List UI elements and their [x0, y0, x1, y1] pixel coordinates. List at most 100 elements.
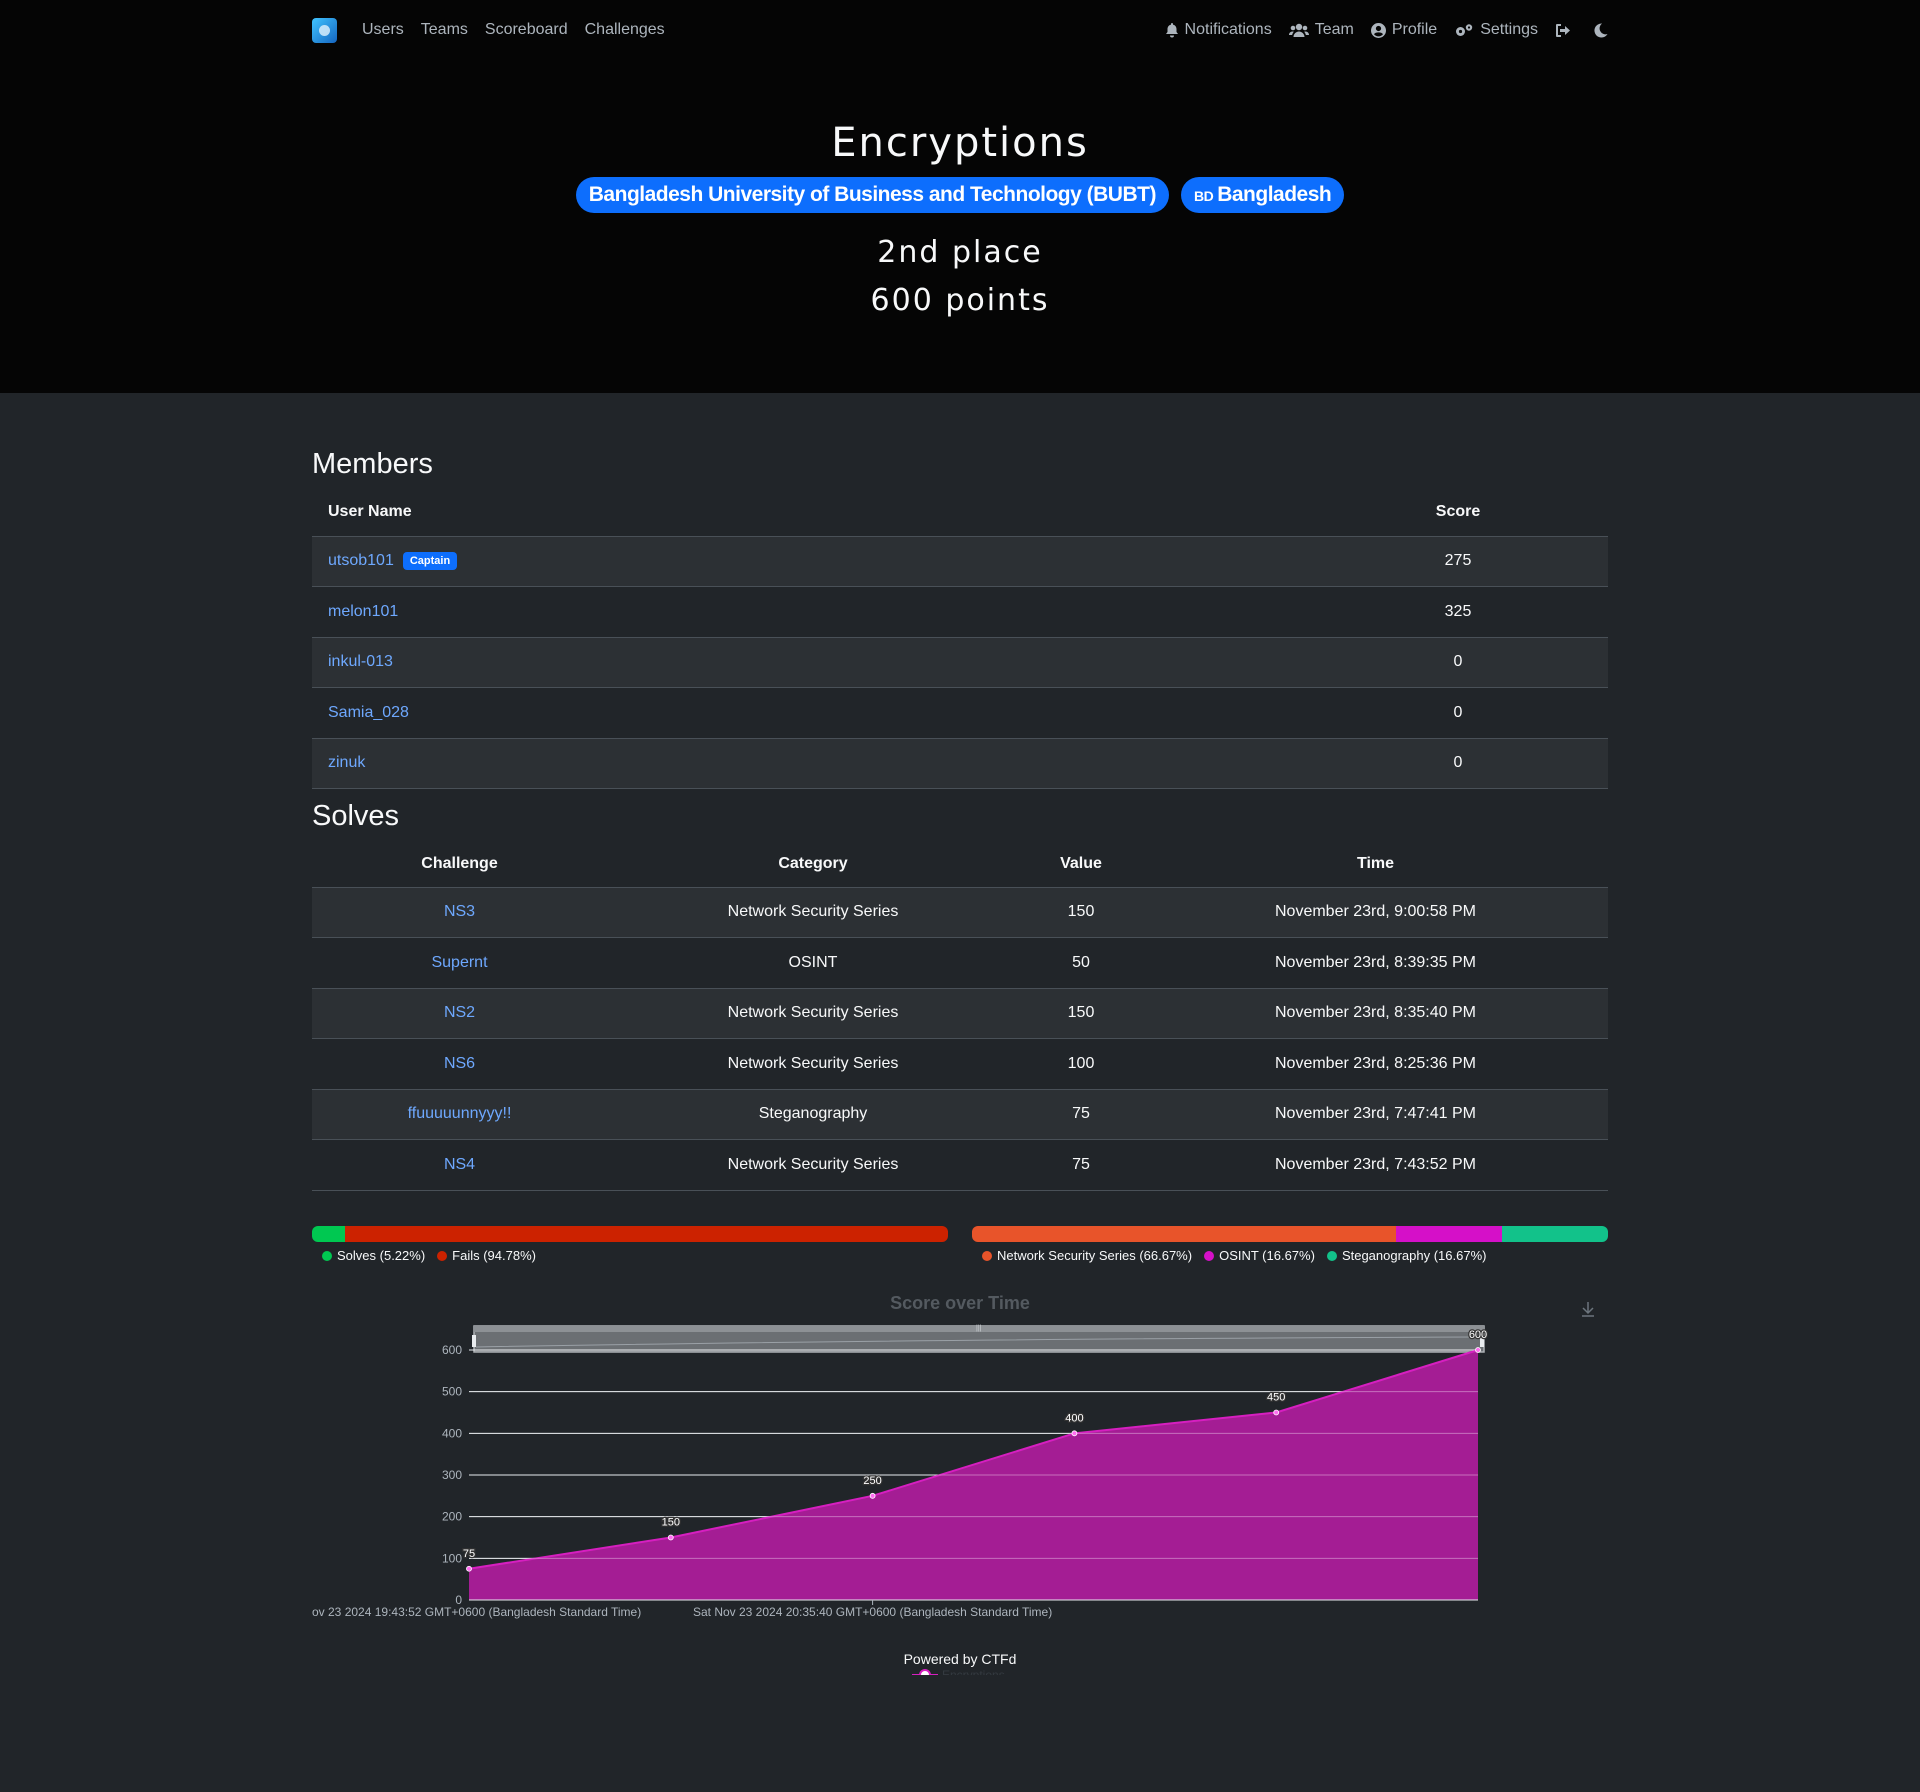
bar-segment[interactable]	[1501, 1226, 1608, 1242]
solve-row: NS3 Network Security Series 150 November 23…	[312, 887, 1608, 938]
score-point[interactable]	[1071, 1430, 1078, 1437]
member-link[interactable]: Samia_028	[328, 704, 409, 721]
footer-powered-by[interactable]: Powered by CTFd	[0, 1651, 1920, 1667]
solves-table: Challenge Category Value Time NS3 Network…	[312, 841, 1608, 1191]
header-value: Value	[1019, 841, 1143, 888]
legend-label: Steganography (16.67%)	[1341, 1248, 1487, 1263]
theme-toggle-button[interactable]	[1594, 22, 1608, 38]
solve-time: November 23rd, 9:00:58 PM	[1143, 887, 1608, 938]
solve-value: 100	[1019, 1038, 1143, 1090]
nav-teams[interactable]: Teams	[421, 21, 468, 39]
bar-segment[interactable]	[345, 1226, 948, 1242]
solves-section: Solves Challenge Category Value Time NS3…	[312, 800, 1608, 1191]
nav-profile[interactable]: Profile	[1370, 21, 1438, 39]
member-row: utsob101 Captain 275	[312, 536, 1608, 587]
nav-profile-label: Profile	[1391, 21, 1438, 38]
member-score: 0	[1308, 687, 1608, 739]
solve-time: November 23rd, 7:43:52 PM	[1143, 1139, 1608, 1191]
solve-row: NS6 Network Security Series 100 November 23…	[312, 1038, 1608, 1090]
legend-item[interactable]: Steganography (16.67%)	[1326, 1248, 1487, 1263]
solve-row: NS2 Network Security Series 150 November 23…	[312, 988, 1608, 1039]
nav-users[interactable]: Users	[362, 21, 404, 39]
members-title: Members	[312, 448, 433, 480]
legend-item[interactable]: Network Security Series (66.67%)	[982, 1248, 1192, 1263]
point-label: 450	[1267, 1392, 1285, 1404]
svg-text:|||: |||	[976, 1325, 982, 1332]
members-section: Members User Name Score utsob101 Captain …	[312, 448, 1608, 789]
solve-row: Supernt OSINT 50 November 23rd, 8:39:35 PM	[312, 937, 1608, 989]
member-link[interactable]: zinuk	[328, 754, 365, 771]
solve-challenge-link[interactable]: NS6	[444, 1055, 475, 1072]
point-label: 400	[1065, 1412, 1083, 1424]
score-point[interactable]	[1273, 1409, 1280, 1416]
legend-item[interactable]: OSINT (16.67%)	[1204, 1248, 1315, 1263]
bar-segment[interactable]	[972, 1226, 1396, 1242]
solve-time: November 23rd, 8:39:35 PM	[1143, 937, 1608, 989]
nav-notifications-label: Notifications	[1184, 21, 1272, 38]
y-tick-label: 100	[442, 1551, 462, 1565]
point-label: 600	[1469, 1329, 1487, 1341]
solve-row: ffuuuuunnyyy!! Steganography 75 November 23…	[312, 1089, 1608, 1140]
legend-dot-icon	[1326, 1251, 1337, 1261]
country-badge: BD Bangladesh	[1180, 177, 1345, 213]
zoom-handle-left[interactable]	[472, 1335, 476, 1347]
nav-notifications[interactable]: Notifications	[1165, 21, 1272, 39]
nav-challenges[interactable]: Challenges	[585, 21, 665, 39]
score-point[interactable]	[466, 1565, 472, 1572]
solve-category: Network Security Series	[607, 887, 1019, 938]
header-username: User Name	[312, 489, 1308, 537]
solve-category: Steganography	[607, 1089, 1019, 1140]
zoom-slider[interactable]: |||	[472, 1325, 1485, 1353]
legend-dot-icon	[1204, 1251, 1215, 1261]
nav-team[interactable]: Team	[1288, 21, 1354, 39]
legend-item[interactable]: Solves (5.22%)	[322, 1248, 425, 1263]
solve-challenge-link[interactable]: ffuuuuunnyyy!!	[408, 1105, 512, 1122]
solve-challenge-link[interactable]: NS3	[444, 903, 475, 920]
solve-percentage-bar	[312, 1226, 948, 1242]
bar-segment[interactable]	[1395, 1226, 1502, 1242]
solve-challenge-link[interactable]: NS4	[444, 1156, 475, 1173]
solve-challenge-cell: NS4	[312, 1139, 607, 1191]
solve-challenge-link[interactable]: NS2	[444, 1004, 475, 1021]
member-link[interactable]: inkul-013	[328, 653, 393, 670]
gears-icon	[1456, 23, 1473, 36]
score-point[interactable]	[1475, 1347, 1481, 1353]
nav-scoreboard[interactable]: Scoreboard	[485, 21, 568, 39]
y-tick-label: 500	[442, 1385, 462, 1399]
nav-settings[interactable]: Settings	[1454, 21, 1538, 39]
solve-challenge-cell: NS2	[312, 988, 607, 1039]
affiliation-badge: Bangladesh University of Business and Te…	[575, 177, 1169, 213]
y-tick-label: 200	[442, 1510, 462, 1524]
member-link[interactable]: melon101	[328, 603, 398, 620]
legend-label: Fails (94.78%)	[452, 1248, 536, 1263]
solve-category: OSINT	[607, 937, 1019, 989]
ctf-logo[interactable]	[312, 17, 337, 43]
point-label: 75	[463, 1548, 475, 1560]
team-place: 2nd place	[877, 235, 1043, 270]
legend-label: Solves (5.22%)	[337, 1248, 426, 1263]
solve-challenge-link[interactable]: Supernt	[431, 954, 487, 971]
team-header: Encryptions Bangladesh University of Bus…	[0, 60, 1920, 393]
member-link[interactable]: utsob101	[328, 552, 394, 569]
legend-marker-icon	[919, 1669, 931, 1675]
legend-dot-icon	[322, 1251, 332, 1261]
download-icon[interactable]	[1582, 1302, 1594, 1317]
score-point[interactable]	[667, 1534, 674, 1541]
solve-value: 50	[1019, 937, 1143, 989]
logout-button[interactable]	[1555, 23, 1571, 38]
header-challenge: Challenge	[312, 841, 607, 888]
legend-item[interactable]: Fails (94.78%)	[437, 1248, 536, 1263]
users-icon	[1288, 23, 1309, 37]
header-time: Time	[1143, 841, 1608, 888]
bar-segment[interactable]	[312, 1226, 346, 1242]
score-point[interactable]	[869, 1492, 876, 1499]
legend-series-label[interactable]: Encryptions	[942, 1668, 1005, 1675]
member-score: 0	[1308, 738, 1608, 789]
y-tick-label: 600	[442, 1343, 462, 1357]
solves-title: Solves	[312, 800, 400, 832]
member-row: Samia_028 0	[312, 687, 1608, 739]
bell-icon	[1165, 22, 1178, 37]
legend-label: OSINT (16.67%)	[1219, 1248, 1315, 1263]
solve-row: NS4 Network Security Series 75 November 23r…	[312, 1139, 1608, 1191]
solve-challenge-cell: NS6	[312, 1038, 607, 1090]
